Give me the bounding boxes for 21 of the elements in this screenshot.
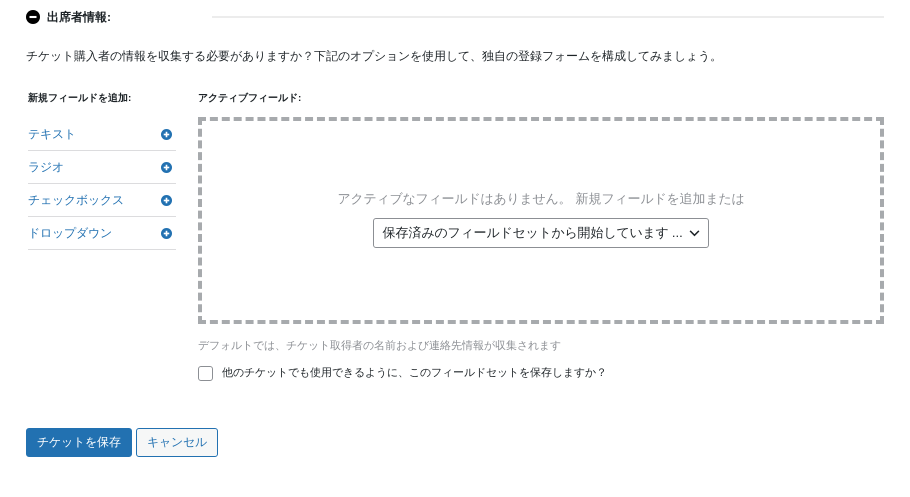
chevron-down-icon <box>688 230 700 236</box>
column-heading: 新規フィールドを追加: <box>28 92 132 106</box>
cancel-button[interactable]: キャンセル <box>136 428 218 456</box>
field-type-item[interactable]: テキスト <box>28 118 176 151</box>
plus-icon[interactable] <box>161 194 172 206</box>
plus-icon[interactable] <box>161 228 172 238</box>
plus-icon[interactable] <box>161 162 172 172</box>
plus-icon[interactable] <box>161 128 172 140</box>
checkbox-label: 他のチケットでも使用できるように、このフィールドセットを保存しますか？ <box>222 366 607 381</box>
checkbox[interactable] <box>198 366 213 381</box>
section-title: 出席者情報: <box>47 9 112 26</box>
collapse-icon[interactable] <box>26 10 40 24</box>
save-button[interactable]: チケットを保存 <box>26 428 132 456</box>
field-type-item[interactable]: チェックボックス <box>28 184 176 217</box>
field-type-item[interactable]: ドロップダウン <box>28 217 176 250</box>
column-heading: アクティブフィールド: <box>198 92 302 106</box>
description: チケット購入者の情報を収集する必要がありますか？下記のオプションを使用して、独自の登録フォームを構成してみましょう。 <box>26 48 723 64</box>
empty-message: アクティブなフィールドはありません。 新規フィールドを追加または <box>338 190 744 208</box>
help-text: デフォルトでは、チケット取得者の名前および連絡先情報が収集されます <box>198 339 562 354</box>
fieldset-dropdown[interactable]: 保存済みのフィールドセットから開始しています ... <box>373 218 709 248</box>
field-type-item[interactable]: ラジオ <box>28 151 176 184</box>
